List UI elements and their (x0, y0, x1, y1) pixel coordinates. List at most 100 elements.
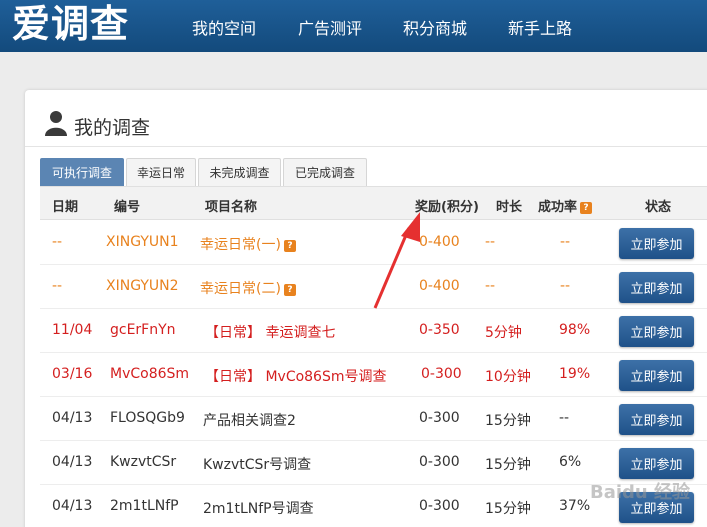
tab-lucky-daily[interactable]: 幸运日常 (126, 158, 196, 186)
col-reward: 奖励(积分) (415, 200, 479, 215)
row-success-rate-text: -- (559, 410, 570, 426)
row-success-rate: -- (560, 234, 570, 250)
row-duration-text: 5分钟 (485, 325, 522, 341)
tab-incomplete[interactable]: 未完成调查 (198, 158, 281, 186)
row-duration-text: -- (485, 278, 496, 294)
row-reward: 0-400 (419, 278, 460, 294)
row-duration: -- (485, 234, 495, 250)
row-date: -- (52, 278, 62, 294)
row-date-text: 04/13 (52, 410, 93, 426)
row-name-text: KwzvtCSr号调查 (203, 457, 312, 473)
row-id-text: XINGYUN1 (106, 234, 179, 250)
table-header (40, 186, 707, 220)
row-reward-text: 0-350 (419, 322, 460, 338)
row-date-text: 03/16 (52, 366, 93, 382)
site-logo[interactable]: 爱调查 (12, 2, 129, 46)
col-success-rate-label: 成功率 (538, 200, 578, 215)
row-success-rate-text: 19% (559, 366, 591, 382)
row-reward: 0-400 (419, 234, 460, 250)
page-title: 我的调查 (74, 117, 151, 139)
row-divider (40, 264, 707, 265)
row-name: 【日常】 幸运调查七 (205, 322, 335, 342)
row-duration-text: 15分钟 (485, 501, 531, 517)
col-id: 编号 (114, 200, 141, 215)
row-id-text: KwzvtCSr (110, 454, 177, 470)
row-reward: 0-300 (419, 498, 460, 514)
row-date: 04/13 (52, 410, 92, 426)
row-id: MvCo86Sm (110, 366, 189, 382)
row-date-text: 04/13 (52, 498, 93, 514)
row-success-rate-text: 98% (559, 322, 591, 338)
watermark: Baidu 经验 (590, 482, 691, 503)
row-name: 【日常】 MvCo86Sm号调查 (205, 366, 387, 386)
nav-points-mall[interactable]: 积分商城 (403, 15, 467, 39)
join-button[interactable]: 立即参加 (619, 404, 694, 435)
row-duration: 5分钟 (485, 322, 522, 342)
row-id-text: gcErFnYn (110, 322, 176, 338)
row-divider (40, 308, 707, 309)
col-date: 日期 (52, 200, 79, 215)
row-reward-text: 0-400 (419, 278, 460, 294)
row-duration-text: 10分钟 (485, 369, 531, 385)
row-divider (40, 440, 707, 441)
join-button[interactable]: 立即参加 (619, 448, 694, 479)
row-date-text: 11/04 (52, 322, 93, 338)
row-duration: 10分钟 (485, 366, 531, 386)
row-id-text: MvCo86Sm (110, 366, 190, 382)
row-reward-text: 0-300 (419, 498, 460, 514)
row-id: 2m1tLNfP (110, 498, 179, 514)
row-id-text: FLOSQGb9 (110, 410, 185, 426)
row-divider (40, 352, 707, 353)
row-duration: 15分钟 (485, 410, 531, 430)
col-success-rate: 成功率? (538, 196, 593, 215)
row-date-text: -- (52, 278, 63, 294)
title-divider (25, 146, 707, 147)
row-name: 产品相关调查2 (203, 410, 296, 430)
join-button[interactable]: 立即参加 (619, 316, 694, 347)
info-icon[interactable]: ? (580, 202, 593, 214)
row-id-text: XINGYUN2 (106, 278, 179, 294)
row-id: XINGYUN1 (106, 234, 179, 250)
row-id: gcErFnYn (110, 322, 176, 338)
row-reward: 0-300 (419, 454, 460, 470)
row-name-text: 2m1tLNfP号调查 (203, 501, 314, 517)
row-id: FLOSQGb9 (110, 410, 185, 426)
nav-my-space[interactable]: 我的空间 (192, 15, 256, 39)
info-icon[interactable]: ? (283, 240, 296, 252)
row-divider (40, 396, 707, 397)
row-reward-text: 0-300 (419, 454, 460, 470)
row-success-rate-text: -- (560, 278, 571, 294)
row-success-rate: 37% (559, 498, 590, 514)
tab-completed[interactable]: 已完成调查 (283, 158, 367, 186)
row-date: 04/13 (52, 454, 92, 470)
row-id: KwzvtCSr (110, 454, 176, 470)
row-name-text: 幸运日常(一) (200, 237, 281, 253)
row-success-rate: 98% (559, 322, 590, 338)
row-date: 03/16 (52, 366, 92, 382)
tab-executable[interactable]: 可执行调查 (40, 158, 124, 186)
nav-newbie-guide[interactable]: 新手上路 (508, 15, 572, 39)
row-name-text: 【日常】 幸运调查七 (205, 325, 336, 341)
row-duration-text: 15分钟 (485, 457, 531, 473)
col-status: 状态 (645, 200, 672, 215)
join-button[interactable]: 立即参加 (619, 228, 694, 259)
row-date: 11/04 (52, 322, 92, 338)
row-date-text: -- (52, 234, 63, 250)
row-duration: -- (485, 278, 495, 294)
row-reward-text: 0-300 (419, 410, 460, 426)
info-icon[interactable]: ? (283, 284, 296, 296)
row-reward: 0-300 (419, 410, 460, 426)
row-success-rate-text: 6% (559, 454, 582, 470)
row-name: 2m1tLNfP号调查 (203, 498, 314, 518)
row-name-text: 幸运日常(二) (200, 281, 281, 297)
join-button[interactable]: 立即参加 (619, 272, 694, 303)
nav-ad-review[interactable]: 广告测评 (298, 15, 362, 39)
row-success-rate: 19% (559, 366, 590, 382)
join-button[interactable]: 立即参加 (619, 360, 694, 391)
row-date-text: 04/13 (52, 454, 93, 470)
row-success-rate-text: -- (560, 234, 571, 250)
row-success-rate: 6% (559, 454, 581, 470)
row-success-rate-text: 37% (559, 498, 591, 514)
row-name-text: 产品相关调查2 (203, 413, 296, 429)
row-reward-text: 0-400 (419, 234, 460, 250)
